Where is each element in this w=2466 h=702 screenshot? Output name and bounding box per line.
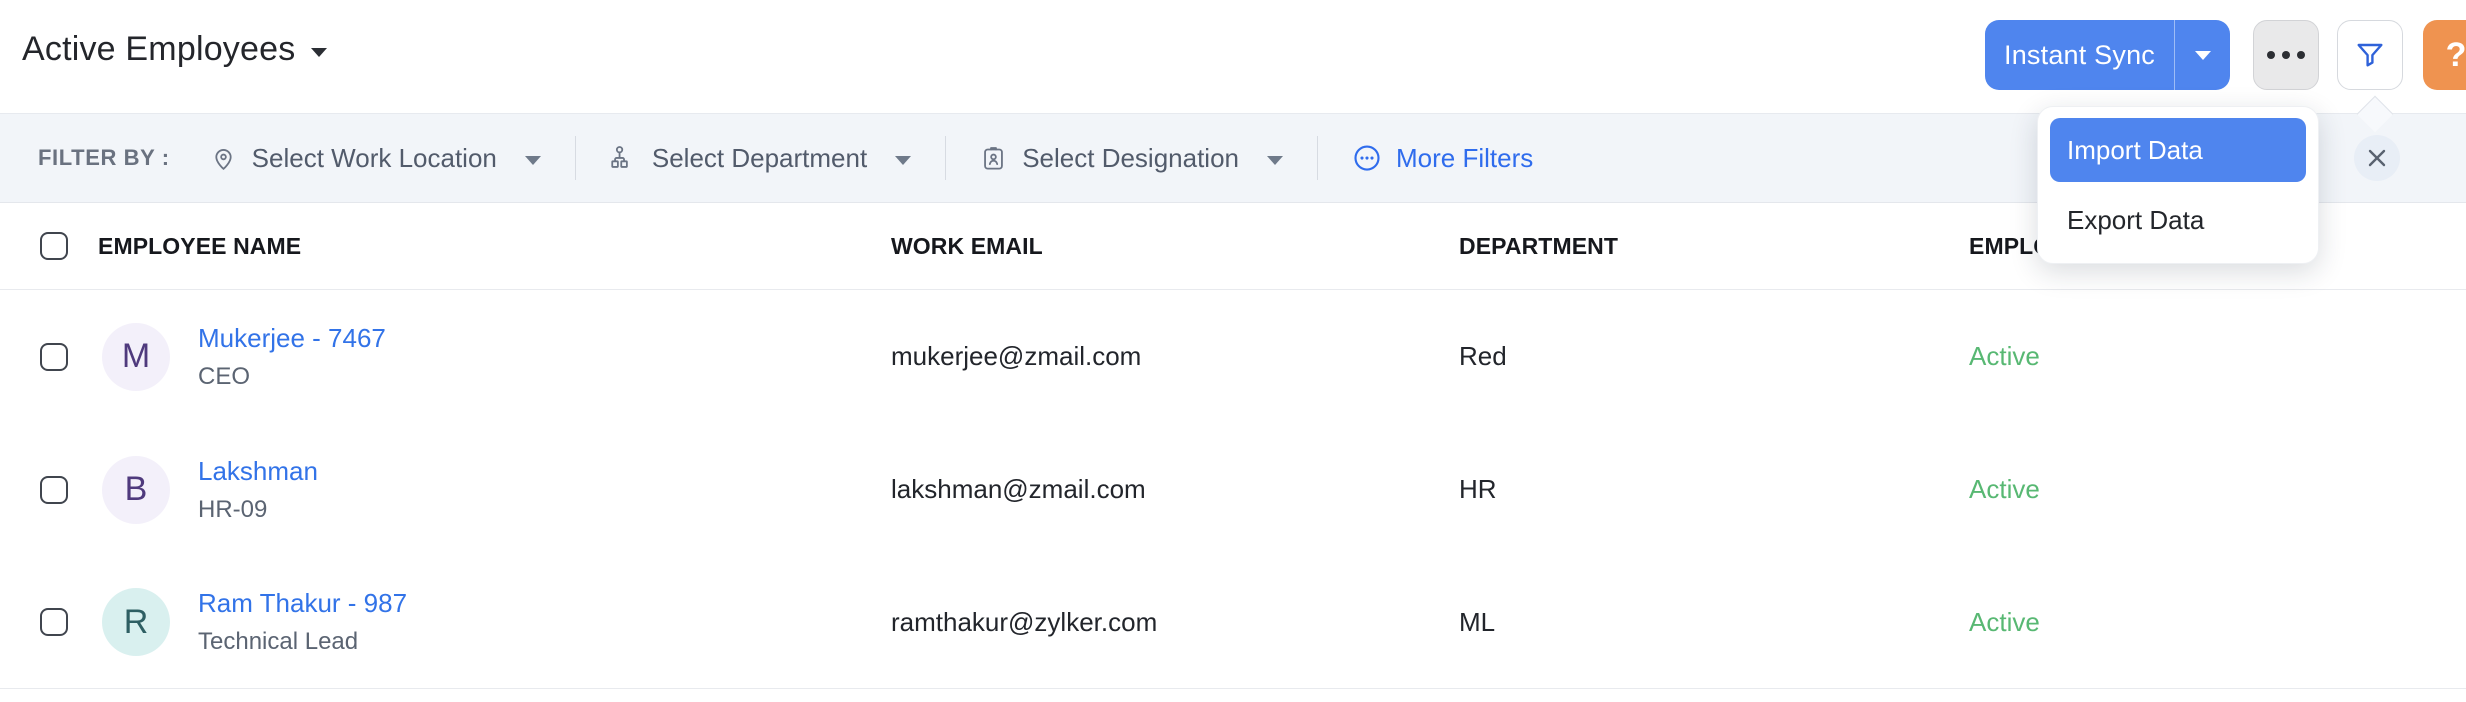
select-all-checkbox[interactable] xyxy=(40,232,68,260)
avatar: R xyxy=(102,588,170,656)
work-location-filter-value: Select Work Location xyxy=(252,143,497,174)
view-selector[interactable]: Active Employees xyxy=(22,30,327,69)
divider xyxy=(1317,136,1318,180)
table-body: M Mukerjee - 7467 CEO mukerjee@zmail.com… xyxy=(0,290,2466,689)
employee-designation: Technical Lead xyxy=(198,628,407,656)
employee-name-link[interactable]: Ram Thakur - 987 xyxy=(198,588,407,619)
more-filters-button[interactable]: More Filters xyxy=(1352,143,1533,174)
status-badge: Active xyxy=(1969,474,2040,504)
employee-name-link[interactable]: Lakshman xyxy=(198,456,318,487)
row-checkbox[interactable] xyxy=(40,343,68,371)
ellipsis-circle-icon xyxy=(1352,143,1382,173)
divider xyxy=(945,136,946,180)
designation-filter[interactable]: Select Designation xyxy=(980,143,1283,174)
menu-item-export-data[interactable]: Export Data xyxy=(2050,188,2306,252)
avatar: B xyxy=(102,456,170,524)
column-header-department: DEPARTMENT xyxy=(1459,233,1618,259)
instant-sync-split-button: Instant Sync xyxy=(1985,20,2230,90)
filter-toggle-button[interactable] xyxy=(2337,20,2403,90)
row-checkbox[interactable] xyxy=(40,476,68,504)
department-filter-value: Select Department xyxy=(652,143,867,174)
column-header-employee-name: EMPLOYEE NAME xyxy=(98,233,301,260)
table-row[interactable]: B Lakshman HR-09 lakshman@zmail.com HR A… xyxy=(0,423,2466,556)
divider xyxy=(575,136,576,180)
close-icon xyxy=(2366,147,2388,169)
more-actions-menu: Import Data Export Data xyxy=(2037,106,2319,264)
employee-designation: CEO xyxy=(198,363,386,391)
chevron-down-icon xyxy=(895,156,911,165)
menu-item-import-data[interactable]: Import Data xyxy=(2050,118,2306,182)
department-sitemap-icon xyxy=(610,145,637,172)
filter-bar-arrow xyxy=(2357,96,2394,133)
employee-name-link[interactable]: Mukerjee - 7467 xyxy=(198,323,386,354)
location-pin-icon xyxy=(210,145,237,172)
department-filter[interactable]: Select Department xyxy=(610,143,911,174)
department-cell: Red xyxy=(1459,341,1507,371)
work-email-cell: ramthakur@zylker.com xyxy=(891,607,1157,637)
employee-designation: HR-09 xyxy=(198,496,318,524)
filter-by-label: FILTER BY : xyxy=(38,145,170,171)
avatar-initial: B xyxy=(125,470,148,509)
help-button[interactable]: ? xyxy=(2423,20,2466,90)
more-actions-button[interactable] xyxy=(2253,20,2319,90)
instant-sync-dropdown-button[interactable] xyxy=(2174,20,2230,90)
department-cell: ML xyxy=(1459,607,1495,637)
instant-sync-button[interactable]: Instant Sync xyxy=(1985,20,2174,90)
table-row[interactable]: R Ram Thakur - 987 Technical Lead ramtha… xyxy=(0,556,2466,689)
chevron-down-icon xyxy=(311,48,327,57)
avatar-initial: R xyxy=(124,603,149,642)
chevron-down-icon xyxy=(1267,156,1283,165)
more-filters-label: More Filters xyxy=(1396,143,1533,174)
designation-badge-icon xyxy=(980,145,1007,172)
ellipsis-icon xyxy=(2267,51,2305,59)
work-location-filter[interactable]: Select Work Location xyxy=(210,143,541,174)
avatar: M xyxy=(102,323,170,391)
status-badge: Active xyxy=(1969,341,2040,371)
close-filter-button[interactable] xyxy=(2354,135,2400,181)
chevron-down-icon xyxy=(525,156,541,165)
question-mark-icon: ? xyxy=(2446,36,2466,75)
page-title: Active Employees xyxy=(22,30,295,69)
table-row[interactable]: M Mukerjee - 7467 CEO mukerjee@zmail.com… xyxy=(0,290,2466,423)
work-email-cell: mukerjee@zmail.com xyxy=(891,341,1141,371)
row-checkbox[interactable] xyxy=(40,608,68,636)
work-email-cell: lakshman@zmail.com xyxy=(891,474,1146,504)
department-cell: HR xyxy=(1459,474,1497,504)
funnel-icon xyxy=(2354,39,2386,71)
column-header-work-email: WORK EMAIL xyxy=(891,233,1043,259)
chevron-down-icon xyxy=(2195,51,2211,60)
designation-filter-value: Select Designation xyxy=(1022,143,1239,174)
status-badge: Active xyxy=(1969,607,2040,637)
employee-list-screen: Active Employees Instant Sync ? FILTER B… xyxy=(0,0,2466,702)
avatar-initial: M xyxy=(122,337,150,376)
